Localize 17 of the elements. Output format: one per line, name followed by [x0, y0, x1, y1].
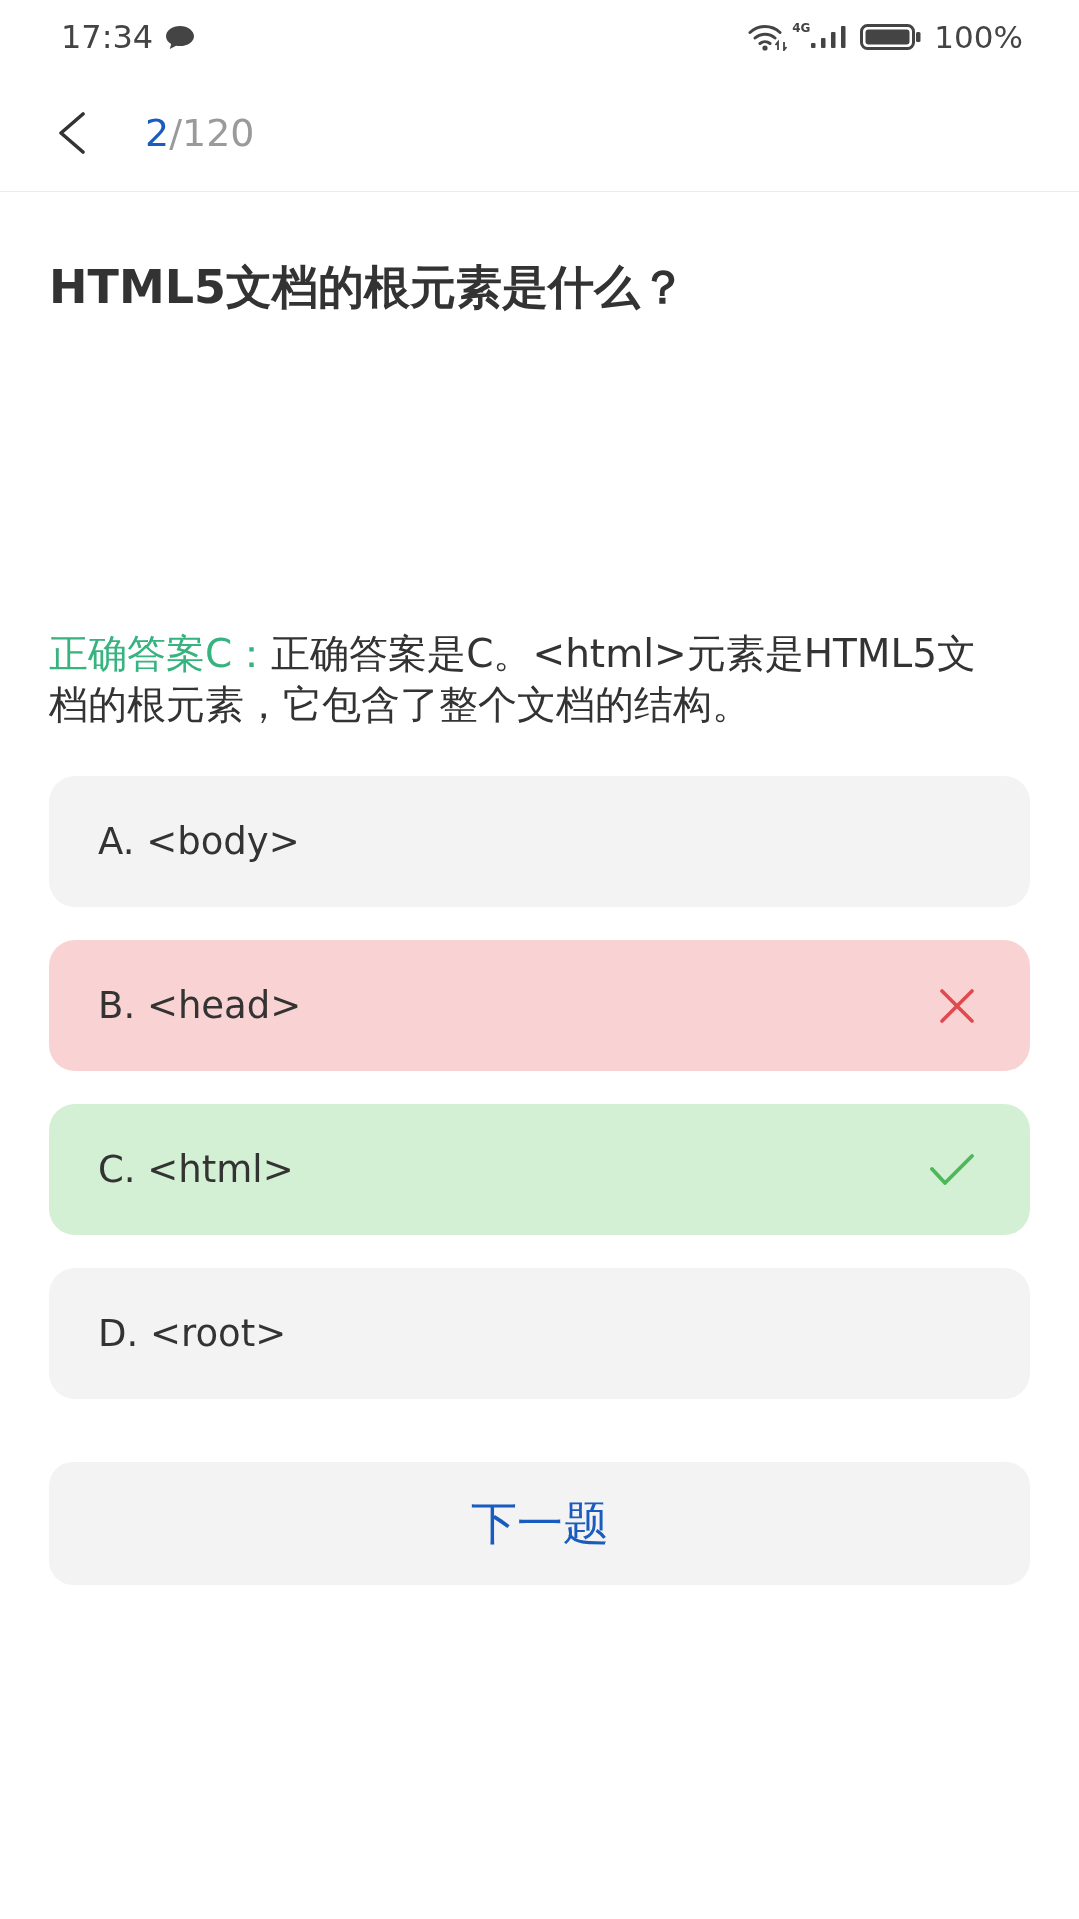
question-counter: 2/120: [145, 110, 255, 155]
battery-icon: [860, 24, 922, 50]
answer-option[interactable]: A. <body>: [49, 776, 1030, 907]
answer-option[interactable]: D. <root>: [49, 1268, 1030, 1399]
answer-explanation: 正确答案C：正确答案是C。<html>元素是HTML5文档的根元素，它包含了整个文档的结构。: [49, 630, 977, 729]
answer-option[interactable]: B. <head>: [49, 940, 1030, 1071]
next-question-button[interactable]: 下一题: [49, 1462, 1030, 1585]
battery-percentage: 100%: [934, 19, 1023, 55]
checkmark-icon: [930, 1153, 974, 1186]
chat-bubble-icon: [165, 24, 196, 50]
status-time: 17:34: [61, 18, 154, 56]
cross-icon: [940, 988, 974, 1023]
question-text: HTML5文档的根元素是什么？: [49, 259, 687, 316]
chevron-left-icon: [57, 111, 87, 154]
wifi-icon: [748, 23, 789, 51]
network-type-label: 4G: [792, 22, 811, 34]
answer-option[interactable]: C. <html>: [49, 1104, 1030, 1235]
